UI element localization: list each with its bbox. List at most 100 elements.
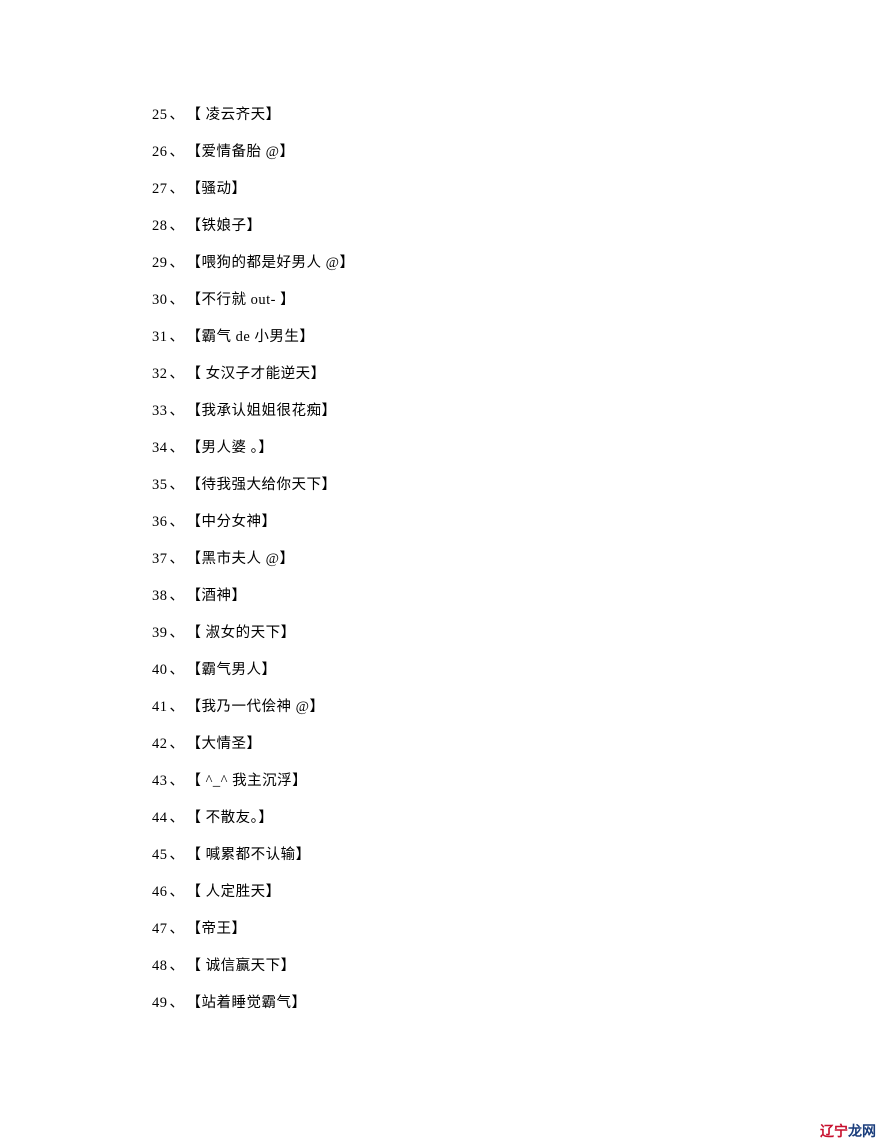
item-text: 【站着睡觉霸气】 <box>187 995 307 1011</box>
list-item: 39、【 淑女的天下】 <box>152 626 886 641</box>
item-number: 29 <box>152 256 168 271</box>
item-text: 【待我强大给你天下】 <box>187 477 337 493</box>
item-number: 34 <box>152 441 168 456</box>
item-text: 【 女汉子才能逆天】 <box>187 366 326 382</box>
item-number: 41 <box>152 700 168 715</box>
item-separator: 、 <box>170 478 185 493</box>
list-item: 44、【 不散友。】 <box>152 811 886 826</box>
item-text: 【爱情备胎 @】 <box>187 144 295 160</box>
item-number: 27 <box>152 182 168 197</box>
item-number: 48 <box>152 959 168 974</box>
item-number: 35 <box>152 478 168 493</box>
item-number: 45 <box>152 848 168 863</box>
item-text: 【 淑女的天下】 <box>187 625 296 641</box>
list-item: 40、【霸气男人】 <box>152 663 886 678</box>
list-item: 48、【 诚信赢天下】 <box>152 959 886 974</box>
item-text: 【喂狗的都是好男人 @】 <box>187 255 355 271</box>
watermark-text-red: 辽宁 <box>820 1123 848 1139</box>
item-text: 【霸气 de 小男生】 <box>187 329 315 345</box>
item-number: 33 <box>152 404 168 419</box>
item-text: 【中分女神】 <box>187 514 277 530</box>
list-item: 26、【爱情备胎 @】 <box>152 145 886 160</box>
item-number: 28 <box>152 219 168 234</box>
list-item: 28、【铁娘子】 <box>152 219 886 234</box>
item-separator: 、 <box>170 182 185 197</box>
item-separator: 、 <box>170 441 185 456</box>
item-separator: 、 <box>170 959 185 974</box>
list-item: 49、【站着睡觉霸气】 <box>152 996 886 1011</box>
item-separator: 、 <box>170 811 185 826</box>
list-item: 37、【黑市夫人 @】 <box>152 552 886 567</box>
watermark: 辽宁龙网 <box>820 1121 876 1141</box>
item-number: 47 <box>152 922 168 937</box>
item-number: 31 <box>152 330 168 345</box>
item-separator: 、 <box>170 515 185 530</box>
item-number: 46 <box>152 885 168 900</box>
item-number: 36 <box>152 515 168 530</box>
item-number: 32 <box>152 367 168 382</box>
item-separator: 、 <box>170 108 185 123</box>
list-item: 45、【 喊累都不认输】 <box>152 848 886 863</box>
item-separator: 、 <box>170 367 185 382</box>
list-item: 35、【待我强大给你天下】 <box>152 478 886 493</box>
list-item: 42、【大情圣】 <box>152 737 886 752</box>
item-text: 【我乃一代侩神 @】 <box>187 699 325 715</box>
item-number: 26 <box>152 145 168 160</box>
item-separator: 、 <box>170 737 185 752</box>
item-separator: 、 <box>170 922 185 937</box>
item-number: 42 <box>152 737 168 752</box>
list-item: 27、【骚动】 <box>152 182 886 197</box>
watermark-text-blue: 龙网 <box>848 1123 876 1139</box>
item-text: 【 人定胜天】 <box>187 884 281 900</box>
item-text: 【黑市夫人 @】 <box>187 551 295 567</box>
item-number: 30 <box>152 293 168 308</box>
list-item: 36、【中分女神】 <box>152 515 886 530</box>
list-item: 31、【霸气 de 小男生】 <box>152 330 886 345</box>
item-separator: 、 <box>170 700 185 715</box>
item-separator: 、 <box>170 219 185 234</box>
item-separator: 、 <box>170 256 185 271</box>
item-text: 【男人婆 。】 <box>187 440 274 456</box>
item-text: 【帝王】 <box>187 921 247 937</box>
item-text: 【 ^_^ 我主沉浮】 <box>187 773 308 789</box>
item-number: 44 <box>152 811 168 826</box>
item-separator: 、 <box>170 404 185 419</box>
item-number: 49 <box>152 996 168 1011</box>
list-item: 33、【我承认姐姐很花痴】 <box>152 404 886 419</box>
item-number: 25 <box>152 108 168 123</box>
item-separator: 、 <box>170 774 185 789</box>
item-separator: 、 <box>170 885 185 900</box>
item-number: 43 <box>152 774 168 789</box>
item-text: 【酒神】 <box>187 588 247 604</box>
item-separator: 、 <box>170 589 185 604</box>
item-separator: 、 <box>170 145 185 160</box>
list-item: 46、【 人定胜天】 <box>152 885 886 900</box>
item-text: 【 诚信赢天下】 <box>187 958 296 974</box>
item-text: 【 不散友。】 <box>187 810 274 826</box>
item-separator: 、 <box>170 330 185 345</box>
item-separator: 、 <box>170 626 185 641</box>
item-separator: 、 <box>170 996 185 1011</box>
item-number: 39 <box>152 626 168 641</box>
item-separator: 、 <box>170 663 185 678</box>
list-item: 43、【 ^_^ 我主沉浮】 <box>152 774 886 789</box>
item-number: 40 <box>152 663 168 678</box>
item-text: 【霸气男人】 <box>187 662 277 678</box>
list-item: 29、【喂狗的都是好男人 @】 <box>152 256 886 271</box>
list-item: 41、【我乃一代侩神 @】 <box>152 700 886 715</box>
item-text: 【铁娘子】 <box>187 218 262 234</box>
item-text: 【 凌云齐天】 <box>187 107 281 123</box>
item-text: 【骚动】 <box>187 181 247 197</box>
item-text: 【大情圣】 <box>187 736 262 752</box>
list-item: 38、【酒神】 <box>152 589 886 604</box>
item-separator: 、 <box>170 293 185 308</box>
list-item: 30、【不行就 out- 】 <box>152 293 886 308</box>
document-content: 25、【 凌云齐天】26、【爱情备胎 @】27、【骚动】28、【铁娘子】29、【… <box>0 0 886 1011</box>
item-number: 38 <box>152 589 168 604</box>
item-text: 【 喊累都不认输】 <box>187 847 311 863</box>
item-separator: 、 <box>170 848 185 863</box>
item-separator: 、 <box>170 552 185 567</box>
list-item: 47、【帝王】 <box>152 922 886 937</box>
list-item: 32、【 女汉子才能逆天】 <box>152 367 886 382</box>
list-item: 25、【 凌云齐天】 <box>152 108 886 123</box>
